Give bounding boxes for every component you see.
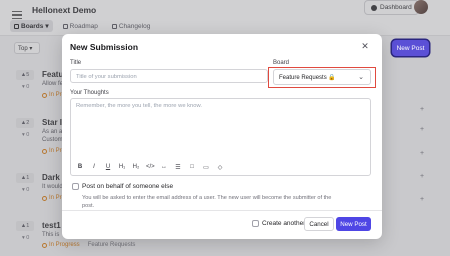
clear-format-icon[interactable]: ◇ [216, 164, 224, 171]
heading1-icon[interactable]: H₁ [118, 164, 126, 171]
modal-footer-divider [62, 210, 382, 211]
board-select-highlight [268, 67, 376, 88]
new-post-button[interactable]: New Post [392, 40, 429, 56]
behalf-label: Post on behalf of someone else [82, 183, 174, 190]
thoughts-editor[interactable]: Remember, the more you tell, the more we… [70, 98, 371, 176]
behalf-help-text: You will be asked to enter the email add… [82, 195, 332, 209]
new-submission-modal: New Submission ✕ Title Title of your sub… [62, 34, 382, 239]
bold-icon[interactable]: B [76, 164, 84, 171]
list-icon[interactable]: ☰ [174, 164, 182, 171]
board-label: Board [273, 60, 290, 66]
link-icon[interactable]: ↔ [160, 164, 168, 171]
heading2-icon[interactable]: H₂ [132, 164, 140, 171]
title-label: Title [70, 60, 82, 66]
video-icon[interactable]: ▭ [202, 164, 210, 171]
create-another-checkbox[interactable] [252, 220, 259, 227]
underline-icon[interactable]: U [104, 164, 112, 171]
thoughts-placeholder: Remember, the more you tell, the more we… [76, 103, 202, 109]
behalf-checkbox[interactable] [72, 183, 79, 190]
editor-toolbar: B I U H₁ H₂ </> ↔ ☰ □ ▭ ◇ [76, 164, 224, 171]
code-icon[interactable]: </> [146, 164, 155, 171]
create-another-label: Create another [262, 220, 306, 227]
thoughts-label: Your Thoughts [70, 90, 109, 96]
italic-icon[interactable]: I [90, 164, 98, 171]
title-input[interactable]: Title of your submission [70, 69, 268, 83]
submit-button[interactable]: New Post [336, 217, 371, 231]
close-icon[interactable]: ✕ [360, 41, 370, 51]
cancel-button[interactable]: Cancel [304, 217, 334, 231]
image-icon[interactable]: □ [188, 164, 196, 171]
modal-title: New Submission [70, 42, 139, 52]
